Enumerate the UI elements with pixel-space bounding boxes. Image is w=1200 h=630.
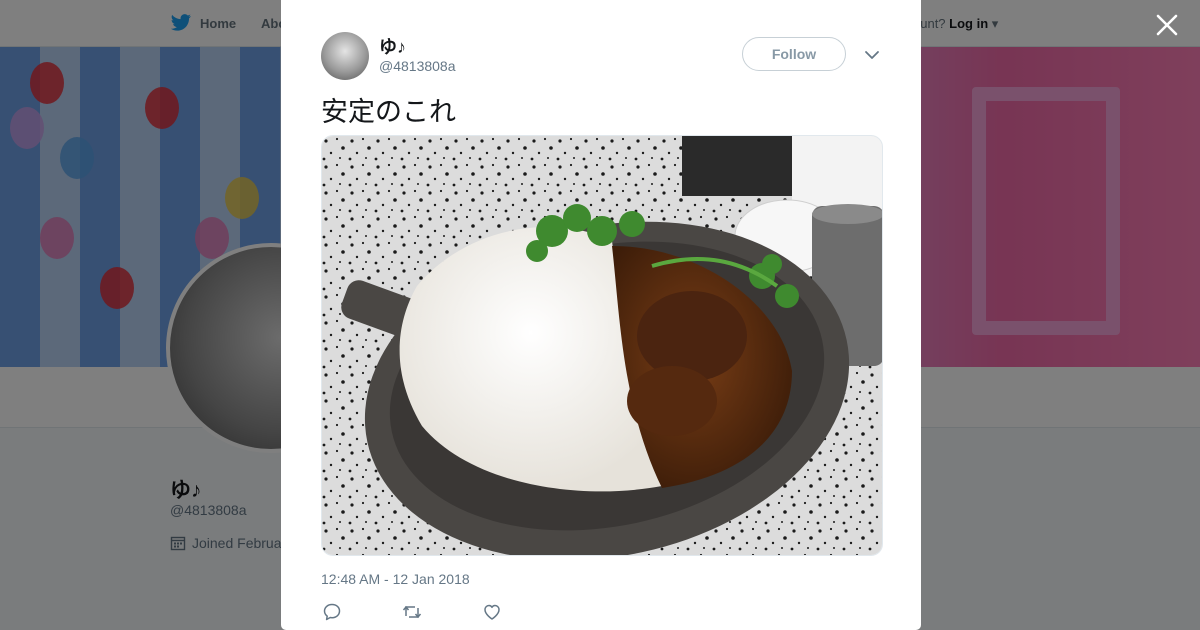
curry-photo-image (322, 136, 882, 555)
reply-icon[interactable] (322, 602, 342, 622)
author-avatar[interactable] (321, 32, 369, 80)
heart-icon[interactable] (482, 602, 502, 622)
author-handle[interactable]: @4813808a (379, 58, 456, 74)
tweet-photo[interactable] (321, 135, 883, 556)
tweet-timestamp[interactable]: 12:48 AM - 12 Jan 2018 (321, 571, 470, 587)
follow-button[interactable]: Follow (742, 37, 846, 71)
author-name[interactable]: ゆ♪ (379, 33, 406, 59)
tweet-modal: ゆ♪ @4813808a Follow 安定のこれ 12:48 AM - 12 … (281, 0, 921, 630)
tweet-text: 安定のこれ (321, 97, 456, 128)
chevron-down-icon[interactable] (863, 46, 881, 64)
retweet-icon[interactable] (402, 602, 422, 622)
close-icon[interactable] (1154, 12, 1180, 38)
